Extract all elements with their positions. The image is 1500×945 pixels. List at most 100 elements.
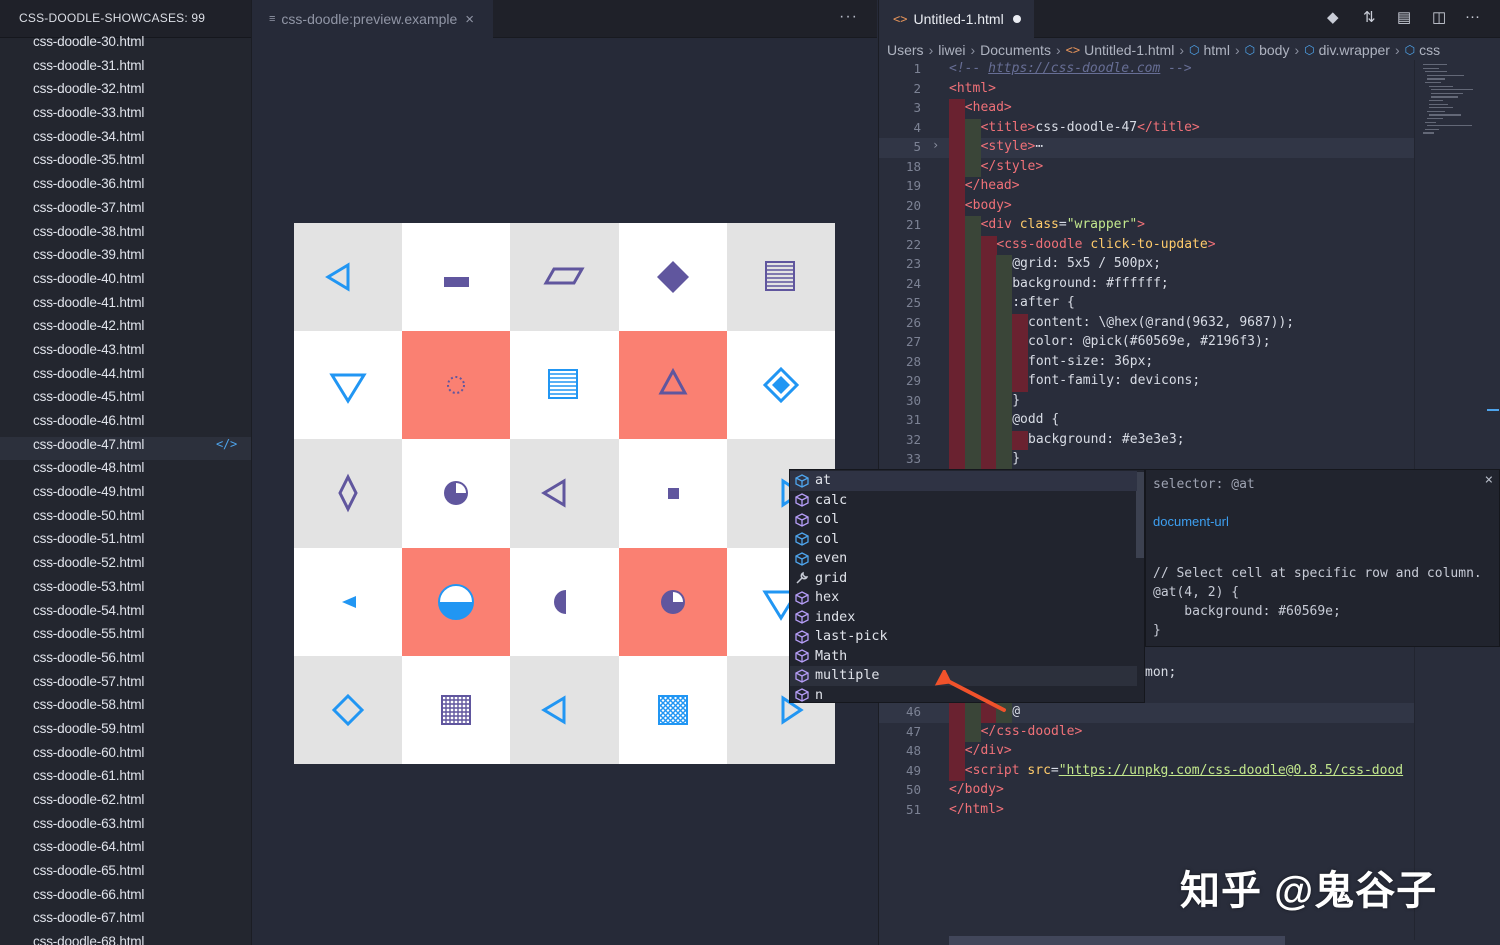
doodle-cell[interactable]: [402, 655, 511, 764]
code-line[interactable]: 30}: [879, 391, 1414, 411]
sidebar-file-item[interactable]: css-doodle-52.html: [0, 555, 251, 579]
suggestion-item[interactable]: even: [790, 549, 1137, 569]
sidebar-file-item[interactable]: css-doodle-48.html: [0, 460, 251, 484]
breadcrumb-item[interactable]: html: [1204, 42, 1230, 58]
sidebar-file-item[interactable]: css-doodle-39.html: [0, 247, 251, 271]
suggest-scrollbar[interactable]: [1136, 472, 1144, 558]
fold-chevron-icon[interactable]: ›: [932, 138, 939, 152]
doodle-cell[interactable]: [618, 223, 727, 332]
tab-preview[interactable]: ≡ css-doodle:preview.example ×: [253, 0, 493, 38]
code-line[interactable]: 1 <!-- https://css-doodle.com -->: [879, 60, 1414, 80]
sidebar-file-item[interactable]: css-doodle-57.html: [0, 674, 251, 698]
sidebar-file-item[interactable]: css-doodle-37.html: [0, 200, 251, 224]
sidebar-file-item[interactable]: css-doodle-66.html: [0, 887, 251, 911]
doodle-cell[interactable]: [294, 547, 403, 656]
sidebar-file-item[interactable]: css-doodle-68.html: [0, 934, 251, 945]
doodle-cell[interactable]: [510, 655, 619, 764]
sidebar-file-item[interactable]: css-doodle-55.html: [0, 626, 251, 650]
code-line[interactable]: 4 <title>css-doodle-47</title>: [879, 118, 1414, 138]
doodle-cell[interactable]: [618, 655, 727, 764]
doodle-cell[interactable]: [402, 331, 511, 440]
breadcrumb-item[interactable]: liwei: [938, 42, 965, 58]
code-line[interactable]: 22 <css-doodle click-to-update>: [879, 235, 1414, 255]
doodle-cell[interactable]: [618, 547, 727, 656]
suggestion-item[interactable]: col: [790, 510, 1137, 530]
doodle-cell[interactable]: [294, 331, 403, 440]
sidebar-file-item[interactable]: css-doodle-38.html: [0, 224, 251, 248]
code-line[interactable]: 31 @odd {: [879, 411, 1414, 431]
breadcrumb-item[interactable]: body: [1259, 42, 1289, 58]
suggestion-item[interactable]: grid: [790, 569, 1137, 589]
sidebar-file-item[interactable]: css-doodle-67.html: [0, 910, 251, 934]
doodle-cell[interactable]: [510, 223, 619, 332]
sidebar-file-item[interactable]: css-doodle-65.html: [0, 863, 251, 887]
sidebar-file-item[interactable]: css-doodle-56.html: [0, 650, 251, 674]
sidebar-file-item[interactable]: css-doodle-59.html: [0, 721, 251, 745]
code-line[interactable]: 18 </style>: [879, 157, 1414, 177]
sidebar-file-item[interactable]: css-doodle-63.html: [0, 816, 251, 840]
more-actions-icon[interactable]: ···: [1465, 8, 1480, 25]
code-line[interactable]: 19 </head>: [879, 177, 1414, 197]
code-line[interactable]: 33}: [879, 450, 1414, 470]
sidebar-file-item[interactable]: css-doodle-36.html: [0, 176, 251, 200]
more-icon[interactable]: ···: [839, 8, 858, 26]
suggestion-item[interactable]: hex: [790, 588, 1137, 608]
tab-untitled-1[interactable]: <> Untitled-1.html: [879, 0, 1034, 38]
sidebar-file-item[interactable]: css-doodle-60.html: [0, 745, 251, 769]
breadcrumb-item[interactable]: div.wrapper: [1319, 42, 1390, 58]
doodle-cell[interactable]: [726, 223, 835, 332]
autocomplete-list[interactable]: at calc col col even grid hex index last-pick Mat…: [789, 469, 1145, 703]
code-line[interactable]: 51 </html>: [879, 801, 1414, 821]
doodle-cell[interactable]: [618, 439, 727, 548]
code-line[interactable]: 3 <head>: [879, 99, 1414, 119]
code-line[interactable]: 32 background: #e3e3e3;: [879, 430, 1414, 450]
code-line[interactable]: 27 color: @pick(#60569e, #2196f3);: [879, 333, 1414, 353]
sidebar-file-item[interactable]: css-doodle-58.html: [0, 697, 251, 721]
doodle-cell[interactable]: [402, 223, 511, 332]
git-icon[interactable]: ◆: [1327, 8, 1339, 26]
unsaved-dot-icon[interactable]: [1012, 15, 1021, 23]
code-line[interactable]: 28 font-size: 36px;: [879, 352, 1414, 372]
document-url-link[interactable]: document-url: [1153, 514, 1229, 529]
doodle-cell[interactable]: [294, 439, 403, 548]
code-line[interactable]: 2 <html>: [879, 80, 1414, 100]
suggestion-item[interactable]: Math: [790, 647, 1137, 667]
close-details-icon[interactable]: ×: [1485, 472, 1493, 488]
doodle-cell[interactable]: [510, 439, 619, 548]
code-line[interactable]: 50 </body>: [879, 781, 1414, 801]
code-line[interactable]: 26 content: \@hex(@rand(9632, 9687));: [879, 313, 1414, 333]
sidebar-file-item[interactable]: css-doodle-49.html: [0, 484, 251, 508]
code-line[interactable]: 49 <script src="https://unpkg.com/css-doo…: [879, 761, 1414, 781]
sidebar-file-item[interactable]: css-doodle-45.html: [0, 389, 251, 413]
sidebar-file-item[interactable]: css-doodle-64.html: [0, 839, 251, 863]
suggestion-item[interactable]: at: [790, 471, 1137, 491]
doodle-cell[interactable]: [510, 547, 619, 656]
split-editor-icon[interactable]: ◫: [1432, 8, 1446, 26]
sidebar-file-item[interactable]: css-doodle-44.html: [0, 366, 251, 390]
sidebar-file-item[interactable]: css-doodle-31.html: [0, 58, 251, 82]
breadcrumb-item[interactable]: Users: [887, 42, 924, 58]
sidebar-file-item[interactable]: css-doodle-32.html: [0, 81, 251, 105]
doodle-cell[interactable]: [402, 439, 511, 548]
doodle-cell[interactable]: [618, 331, 727, 440]
sidebar-file-item[interactable]: css-doodle-41.html: [0, 295, 251, 319]
suggestion-item[interactable]: col: [790, 530, 1137, 550]
code-line[interactable]: 48 </div>: [879, 742, 1414, 762]
breadcrumb-item[interactable]: Untitled-1.html: [1084, 42, 1174, 58]
sidebar-file-item[interactable]: css-doodle-35.html: [0, 152, 251, 176]
compare-icon[interactable]: ⇅: [1363, 8, 1376, 26]
suggestion-item[interactable]: last-pick: [790, 627, 1137, 647]
sidebar-file-item[interactable]: css-doodle-62.html: [0, 792, 251, 816]
sidebar-file-item[interactable]: css-doodle-54.html: [0, 603, 251, 627]
sidebar-file-item[interactable]: css-doodle-42.html: [0, 318, 251, 342]
code-line[interactable]: 5 › <style>⋯: [879, 138, 1414, 158]
sidebar-file-item[interactable]: css-doodle-30.html: [0, 34, 251, 58]
code-line[interactable]: 25:after {: [879, 294, 1414, 314]
sidebar-file-item[interactable]: css-doodle-50.html: [0, 508, 251, 532]
sidebar-file-item[interactable]: css-doodle-34.html: [0, 129, 251, 153]
code-line[interactable]: 23 @grid: 5x5 / 500px;: [879, 255, 1414, 275]
close-icon[interactable]: ×: [465, 11, 474, 28]
code-line[interactable]: 29 font-family: devicons;: [879, 372, 1414, 392]
open-preview-icon[interactable]: ▤: [1397, 8, 1411, 26]
sidebar-file-item[interactable]: css-doodle-46.html: [0, 413, 251, 437]
